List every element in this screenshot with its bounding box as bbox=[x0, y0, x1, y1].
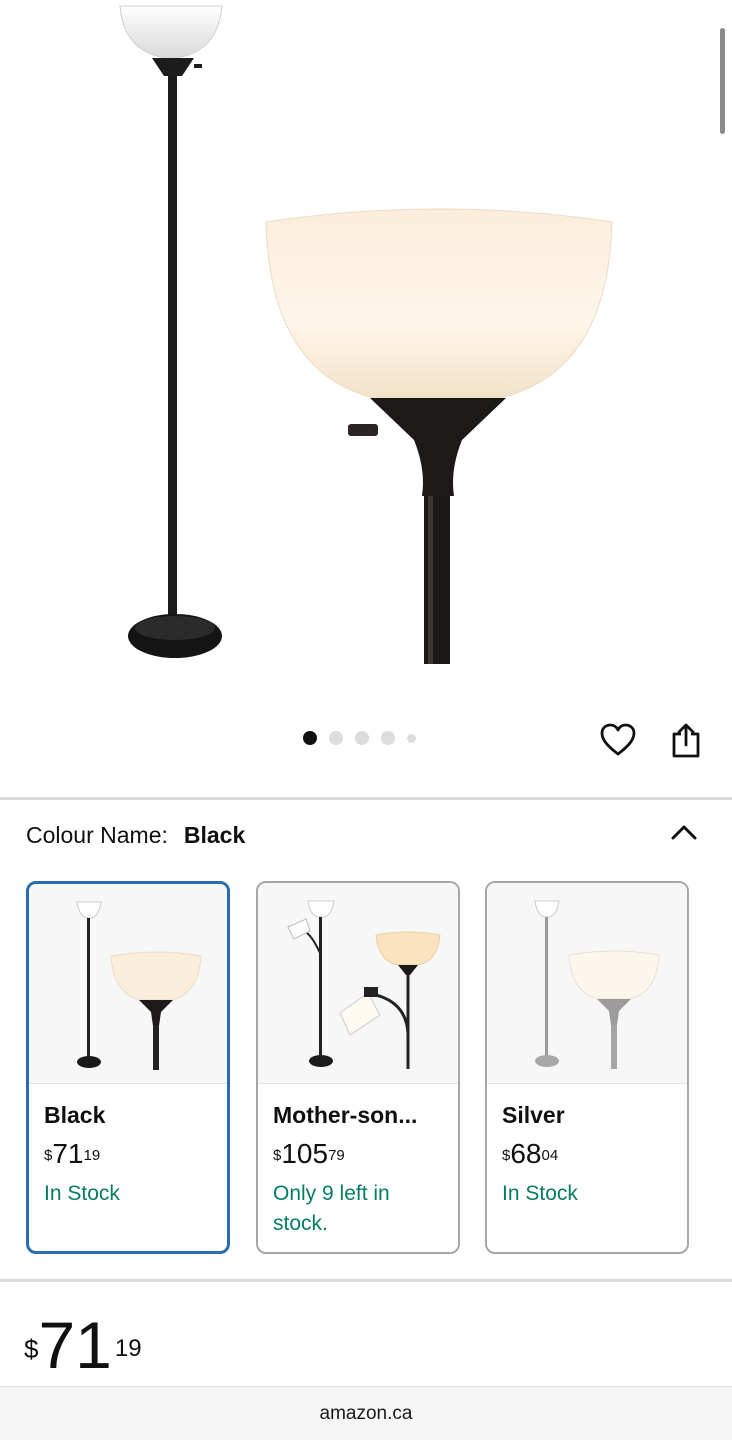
swatch-mother-son[interactable]: Mother-son... $10579 Only 9 left in stoc… bbox=[256, 881, 460, 1254]
swatch-name: Black bbox=[44, 1102, 106, 1128]
swatch-name: Silver bbox=[502, 1102, 565, 1128]
carousel-dot[interactable] bbox=[381, 731, 395, 745]
swatch-thumbnail bbox=[487, 883, 687, 1084]
collapse-variations-button[interactable] bbox=[666, 814, 702, 850]
carousel-dot[interactable] bbox=[303, 731, 317, 745]
swatch-stock-status: In Stock bbox=[502, 1182, 578, 1205]
carousel-dot[interactable] bbox=[407, 733, 416, 743]
browser-address-bar[interactable]: amazon.ca bbox=[0, 1386, 732, 1440]
swatch-price: $7119 bbox=[44, 1138, 101, 1169]
swatch-thumbnail bbox=[29, 884, 227, 1084]
product-price: $71 19 bbox=[24, 1308, 142, 1382]
swatch-price: $10579 bbox=[273, 1138, 345, 1169]
swatch-thumbnail bbox=[258, 883, 458, 1084]
share-button[interactable] bbox=[666, 720, 706, 760]
url-text: amazon.ca bbox=[319, 1402, 413, 1424]
colour-name-label: Colour Name: bbox=[26, 822, 168, 848]
swatch-price: $6804 bbox=[502, 1138, 559, 1169]
swatch-black[interactable]: Black $7119 In Stock bbox=[26, 881, 230, 1254]
chevron-up-icon bbox=[671, 825, 697, 840]
section-divider bbox=[0, 1279, 732, 1282]
swatch-silver[interactable]: Silver $6804 In Stock bbox=[485, 881, 689, 1254]
swatch-name: Mother-son... bbox=[273, 1102, 418, 1128]
heart-icon bbox=[600, 723, 636, 756]
carousel-dot[interactable] bbox=[329, 731, 343, 745]
colour-swatch-list: Black $7119 In Stock Mother-son... $1057… bbox=[26, 881, 696, 1257]
product-image[interactable] bbox=[0, 0, 732, 700]
swatch-stock-status: In Stock bbox=[44, 1182, 120, 1205]
swatch-stock-status: Only 9 left in stock. bbox=[273, 1182, 390, 1235]
page-scrollbar[interactable] bbox=[720, 28, 725, 134]
section-divider bbox=[0, 797, 732, 800]
image-carousel-indicator bbox=[303, 730, 416, 746]
share-icon bbox=[672, 723, 700, 758]
colour-name-row: Colour Name: Black bbox=[26, 822, 245, 849]
colour-name-value: Black bbox=[183, 822, 246, 848]
carousel-dot[interactable] bbox=[355, 731, 369, 745]
add-to-wishlist-button[interactable] bbox=[598, 720, 638, 760]
